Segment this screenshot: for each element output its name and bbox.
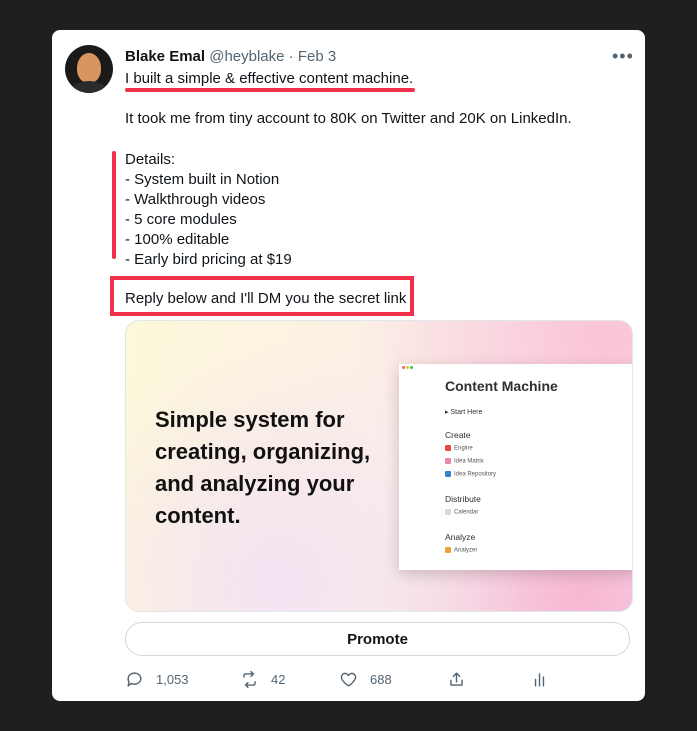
tweet-card: Blake Emal @heyblake · Feb 3 ••• I built…: [52, 30, 645, 701]
details-item: - Early bird pricing at $19: [125, 251, 292, 268]
details-list: Details: - System built in Notion - Walk…: [125, 150, 292, 270]
highlight-underline: [125, 88, 415, 92]
calendar-icon: [445, 509, 451, 515]
window-dots: [402, 366, 414, 371]
details-heading: Details:: [125, 151, 176, 168]
notion-item: Idea Matrix: [445, 458, 484, 465]
engine-icon: [445, 445, 451, 451]
notion-create-heading: Create: [445, 430, 471, 440]
media-image[interactable]: Simple system for creating, organizing, …: [125, 320, 633, 612]
tweet-line-2: It took me from tiny account to 80K on T…: [125, 110, 572, 127]
analytics-icon: [534, 673, 545, 687]
avatar-face: [77, 53, 101, 83]
tweet-header: Blake Emal @heyblake · Feb 3: [125, 48, 336, 65]
notion-item: Idea Repository: [445, 471, 496, 478]
more-horizontal-icon[interactable]: •••: [612, 46, 634, 67]
analytics-action[interactable]: [530, 670, 561, 689]
details-item: - 5 core modules: [125, 211, 237, 228]
notion-start: ▸ Start Here: [445, 409, 483, 416]
info-icon: [445, 471, 451, 477]
separator: ·: [288, 48, 294, 65]
details-item: - 100% editable: [125, 231, 230, 248]
details-item: - Walkthrough videos: [125, 191, 266, 208]
details-item: - System built in Notion: [125, 171, 280, 188]
tweet-date[interactable]: Feb 3: [298, 48, 336, 65]
author-handle[interactable]: @heyblake: [209, 48, 284, 65]
reply-count: 1,053: [156, 672, 189, 687]
notion-analyze-heading: Analyze: [445, 532, 476, 542]
tweet-line-1: I built a simple & effective content mac…: [125, 70, 414, 87]
notion-item: Analyzer: [445, 547, 477, 554]
brain-icon: [445, 458, 451, 464]
avatar[interactable]: [65, 45, 113, 93]
notion-item: Calendar: [445, 509, 478, 516]
highlight-bar: [112, 151, 116, 259]
media-headline: Simple system for creating, organizing, …: [155, 407, 371, 528]
avatar-shirt: [71, 81, 107, 93]
reply-icon: [127, 672, 142, 687]
retweet-icon: [243, 670, 256, 689]
notion-preview: Content Machine ▸ Start Here Create Engi…: [399, 364, 632, 570]
heart-icon: [340, 672, 357, 687]
reply-line: Reply below and I'll DM you the secret l…: [125, 290, 407, 307]
retweet-action[interactable]: 42: [240, 670, 285, 689]
like-count: 688: [370, 672, 392, 687]
share-action[interactable]: [447, 670, 478, 689]
promote-button[interactable]: Promote: [125, 622, 630, 656]
retweet-count: 42: [271, 672, 286, 687]
notion-item: Engine: [445, 445, 473, 452]
analyzer-icon: [445, 547, 451, 553]
notion-title: Content Machine: [445, 378, 558, 394]
share-icon: [450, 672, 463, 686]
reply-action[interactable]: 1,053: [125, 670, 189, 689]
notion-distribute-heading: Distribute: [445, 494, 481, 504]
author-name[interactable]: Blake Emal: [125, 48, 205, 65]
like-action[interactable]: 688: [339, 670, 392, 689]
